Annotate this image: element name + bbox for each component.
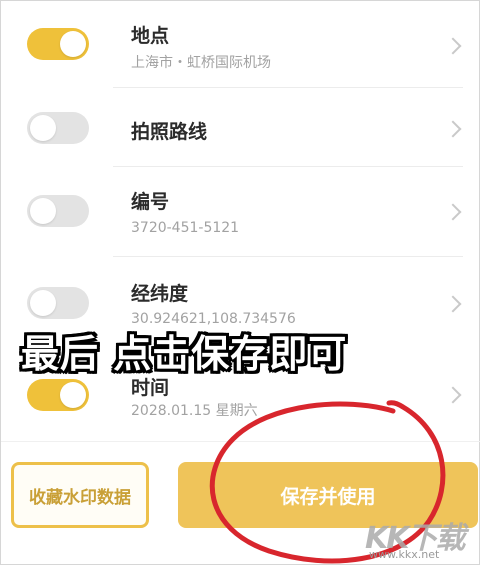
setting-title: 地点	[131, 25, 170, 47]
setting-title: 拍照路线	[131, 121, 208, 143]
toggle-knob	[30, 115, 56, 141]
coordinates-toggle[interactable]	[27, 287, 89, 319]
setting-title: 编号	[131, 191, 170, 213]
tutorial-caption: 最后 点击保存即可	[21, 332, 348, 376]
setting-subtitle: 3720-451-5121	[131, 220, 240, 236]
setting-title: 经纬度	[131, 283, 189, 305]
setting-subtitle: 2028.01.15 星期六	[131, 403, 258, 419]
chevron-right-icon	[444, 120, 462, 138]
toggle-knob	[30, 198, 56, 224]
time-toggle[interactable]	[27, 379, 89, 411]
chevron-right-icon	[444, 203, 462, 221]
divider	[113, 87, 463, 88]
chevron-right-icon	[444, 386, 462, 404]
chevron-right-icon	[444, 37, 462, 55]
watermark-url: www.kkx.net	[369, 548, 440, 561]
toggle-knob	[60, 31, 86, 57]
setting-subtitle: 上海市・虹桥国际机场	[131, 55, 271, 71]
toggle-knob	[60, 382, 86, 408]
toggle-knob	[30, 290, 56, 316]
footer-divider	[1, 441, 480, 442]
divider	[113, 256, 463, 257]
divider	[113, 166, 463, 167]
collect-watermark-data-button[interactable]: 收藏水印数据	[11, 462, 149, 528]
chevron-right-icon	[444, 295, 462, 313]
location-toggle[interactable]	[27, 28, 89, 60]
route-toggle[interactable]	[27, 112, 89, 144]
number-toggle[interactable]	[27, 195, 89, 227]
